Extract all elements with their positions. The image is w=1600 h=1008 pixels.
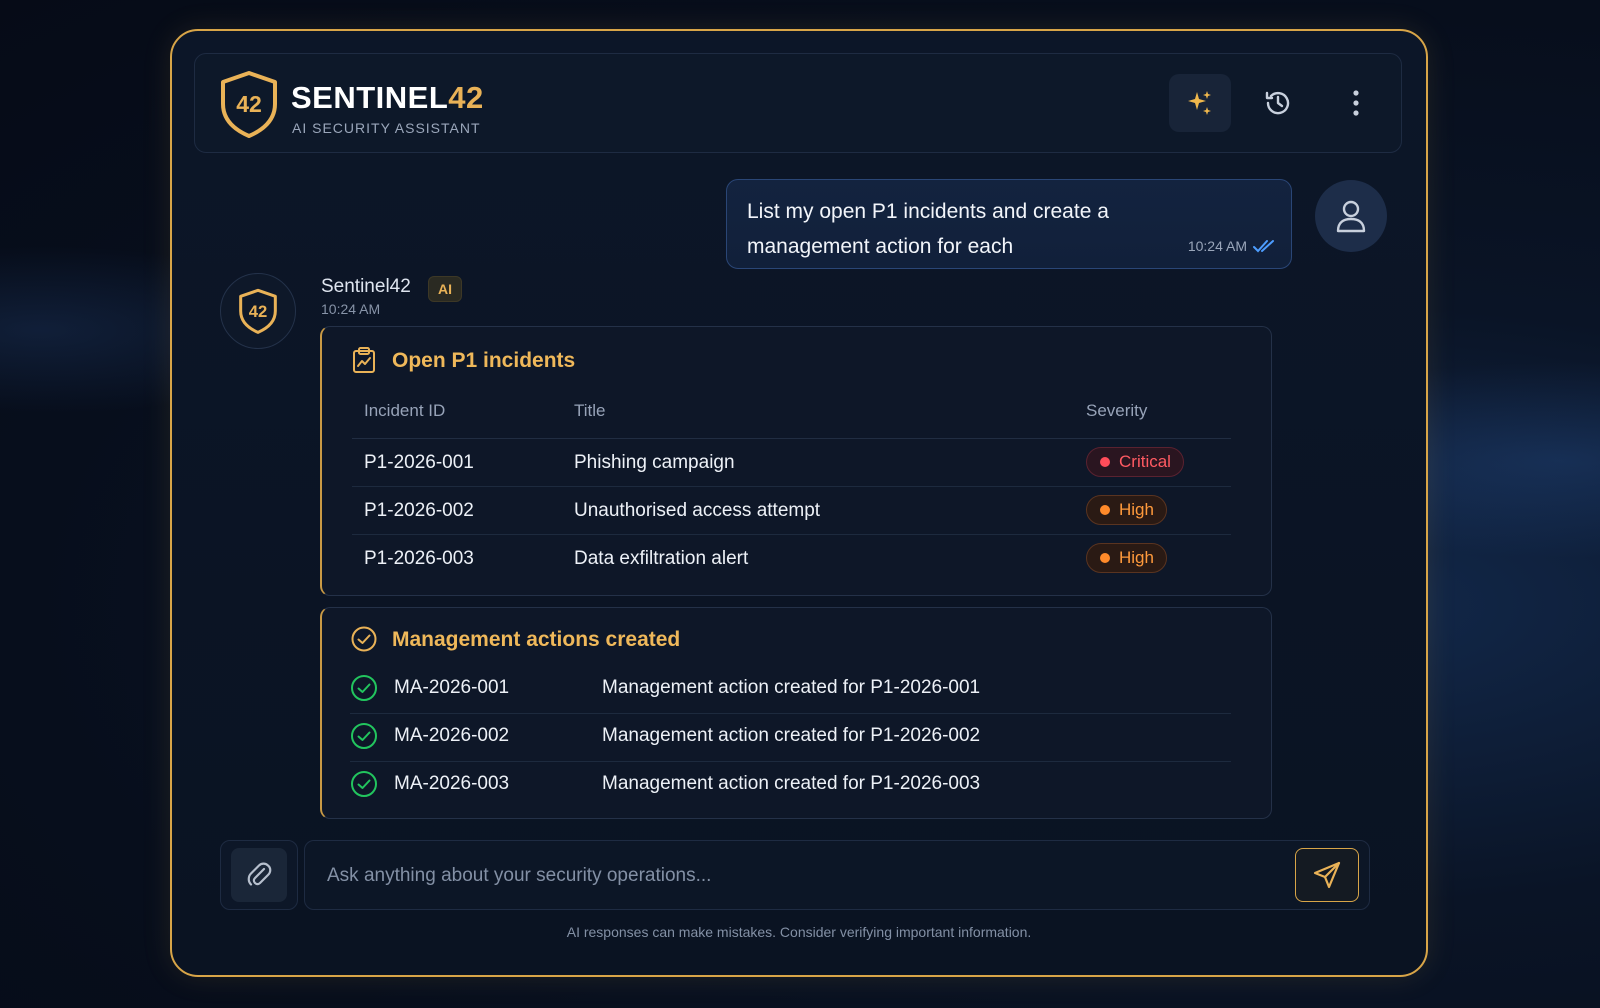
- severity-badge-critical: Critical: [1086, 447, 1184, 477]
- attach-button-inner: [231, 848, 287, 902]
- assistant-avatar: 42: [220, 273, 296, 349]
- chat-window: 42 SENTINEL42 AI SECURITY ASSISTANT List…: [170, 29, 1428, 977]
- shield-logo-icon: 42: [239, 288, 277, 334]
- column-header-incident-id: Incident ID: [364, 401, 446, 420]
- ai-disclaimer: AI responses can make mistakes. Consider…: [566, 924, 1032, 940]
- attach-button[interactable]: [220, 840, 298, 910]
- ai-sparkle-button[interactable]: [1169, 74, 1231, 132]
- brand-subtitle: AI SECURITY ASSISTANT: [292, 120, 481, 136]
- send-icon: [1313, 861, 1341, 889]
- incident-row[interactable]: P1-2026-001 Phishing campaign Critical: [352, 439, 1231, 487]
- success-check-icon: [351, 771, 377, 797]
- incident-title: Phishing campaign: [574, 452, 735, 473]
- incident-id: P1-2026-001: [364, 452, 474, 473]
- message-composer: [304, 840, 1370, 910]
- shield-logo-icon: 42: [221, 71, 277, 138]
- user-message-text: List my open P1 incidents and create a m…: [747, 200, 1109, 258]
- assistant-avatar-text: 42: [249, 302, 268, 321]
- user-message-bubble: List my open P1 incidents and create a m…: [726, 179, 1292, 269]
- history-icon: [1265, 91, 1290, 115]
- assistant-name: Sentinel42: [321, 276, 411, 297]
- message-input[interactable]: [325, 859, 1279, 893]
- severity-badge-high: High: [1086, 495, 1167, 525]
- severity-badge-high: High: [1086, 543, 1167, 573]
- management-action-description: Management action created for P1-2026-00…: [602, 725, 981, 746]
- management-action-row[interactable]: MA-2026-003 Management action created fo…: [350, 762, 1231, 810]
- more-options-button[interactable]: [1325, 74, 1387, 132]
- management-actions-card: Management actions created MA-2026-001 M…: [320, 607, 1272, 819]
- management-action-description: Management action created for P1-2026-00…: [602, 677, 981, 698]
- management-action-row[interactable]: MA-2026-001 Management action created fo…: [350, 666, 1231, 714]
- column-header-severity: Severity: [1086, 401, 1148, 420]
- incident-title: Unauthorised access attempt: [574, 500, 821, 521]
- management-action-id: MA-2026-001: [394, 677, 510, 698]
- open-incidents-card: Open P1 incidents Incident ID Title Seve…: [320, 326, 1272, 596]
- clipboard-chart-icon: [353, 347, 375, 373]
- logo-text: 42: [236, 91, 262, 117]
- paperclip-icon: [247, 862, 272, 886]
- brand-accent: 42: [448, 80, 484, 115]
- history-button[interactable]: [1247, 74, 1309, 132]
- management-action-row[interactable]: MA-2026-002 Management action created fo…: [350, 714, 1231, 762]
- incident-title: Data exfiltration alert: [574, 548, 749, 569]
- management-action-id: MA-2026-003: [394, 773, 510, 794]
- incident-row[interactable]: P1-2026-002 Unauthorised access attempt …: [352, 487, 1231, 535]
- user-message-time: 10:24 AM: [1187, 238, 1247, 254]
- ai-badge: AI: [428, 276, 462, 302]
- incidents-card-title: Open P1 incidents: [392, 349, 576, 372]
- success-check-icon: [351, 675, 377, 701]
- send-button[interactable]: [1295, 848, 1359, 902]
- success-check-icon: [351, 723, 377, 749]
- incident-row[interactable]: P1-2026-003 Data exfiltration alert High: [352, 535, 1231, 583]
- assistant-message-time: 10:24 AM: [321, 301, 381, 317]
- incident-id: P1-2026-003: [364, 548, 474, 569]
- check-circle-icon: [351, 626, 377, 652]
- user-icon: [1336, 200, 1366, 233]
- management-action-description: Management action created for P1-2026-00…: [602, 773, 981, 794]
- double-check-icon: [1253, 240, 1274, 253]
- brand-title: SENTINEL42: [291, 80, 484, 116]
- actions-card-title: Management actions created: [392, 628, 681, 651]
- more-vertical-icon: [1353, 90, 1359, 116]
- column-header-title: Title: [574, 401, 606, 420]
- incident-id: P1-2026-002: [364, 500, 474, 521]
- brand-main: SENTINEL: [291, 80, 449, 115]
- sparkle-icon: [1188, 91, 1211, 115]
- user-avatar[interactable]: [1315, 180, 1387, 252]
- management-action-id: MA-2026-002: [394, 725, 510, 746]
- app-header: 42 SENTINEL42 AI SECURITY ASSISTANT: [194, 53, 1402, 153]
